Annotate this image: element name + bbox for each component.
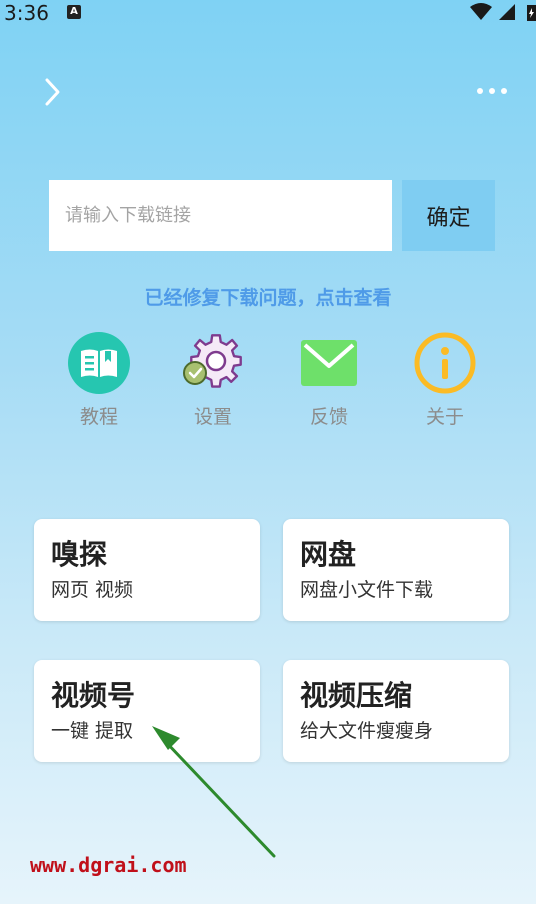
- more-horizontal-icon[interactable]: [476, 86, 508, 96]
- arrow-pointer-icon: [152, 726, 276, 858]
- card-title: 视频号: [51, 679, 136, 712]
- card-netdisk[interactable]: 网盘 网盘小文件下载: [283, 519, 509, 621]
- confirm-button[interactable]: 确定: [402, 180, 495, 251]
- shortcut-settings[interactable]: 设置: [158, 330, 268, 430]
- status-bar: 3:36 A: [0, 0, 536, 26]
- card-sniff[interactable]: 嗅探 网页 视频: [34, 519, 260, 621]
- card-title: 视频压缩: [300, 679, 413, 712]
- wifi-icon: [470, 3, 492, 20]
- card-subtitle: 给大文件瘦瘦身: [300, 720, 434, 742]
- card-subtitle: 网页 视频: [51, 579, 134, 601]
- shortcut-feedback[interactable]: 反馈: [274, 330, 384, 430]
- info-icon: [414, 332, 476, 394]
- shortcut-label: 教程: [79, 406, 118, 428]
- repair-notice-link[interactable]: 已经修复下载问题，点击查看: [0, 283, 536, 310]
- book-icon: [68, 332, 130, 394]
- battery-icon: [527, 5, 536, 21]
- gear-icon: [183, 334, 242, 388]
- card-title: 网盘: [300, 538, 357, 571]
- mail-icon: [301, 340, 357, 386]
- shortcut-label: 设置: [193, 406, 232, 428]
- shortcut-about[interactable]: 关于: [390, 330, 500, 430]
- card-title: 嗅探: [51, 538, 108, 571]
- download-link-input[interactable]: [49, 180, 392, 251]
- shortcut-tutorial[interactable]: 教程: [44, 330, 154, 430]
- status-time: 3:36: [4, 1, 49, 25]
- shortcut-label: 关于: [425, 406, 464, 428]
- signal-icon: [499, 4, 515, 20]
- card-compress[interactable]: 视频压缩 给大文件瘦瘦身: [283, 660, 509, 762]
- shortcut-label: 反馈: [309, 406, 348, 428]
- card-subtitle: 网盘小文件下载: [300, 579, 434, 601]
- chevron-right-icon[interactable]: [40, 76, 64, 108]
- notification-a-icon: A: [67, 5, 81, 19]
- watermark-text: www.dgrai.com: [30, 853, 187, 877]
